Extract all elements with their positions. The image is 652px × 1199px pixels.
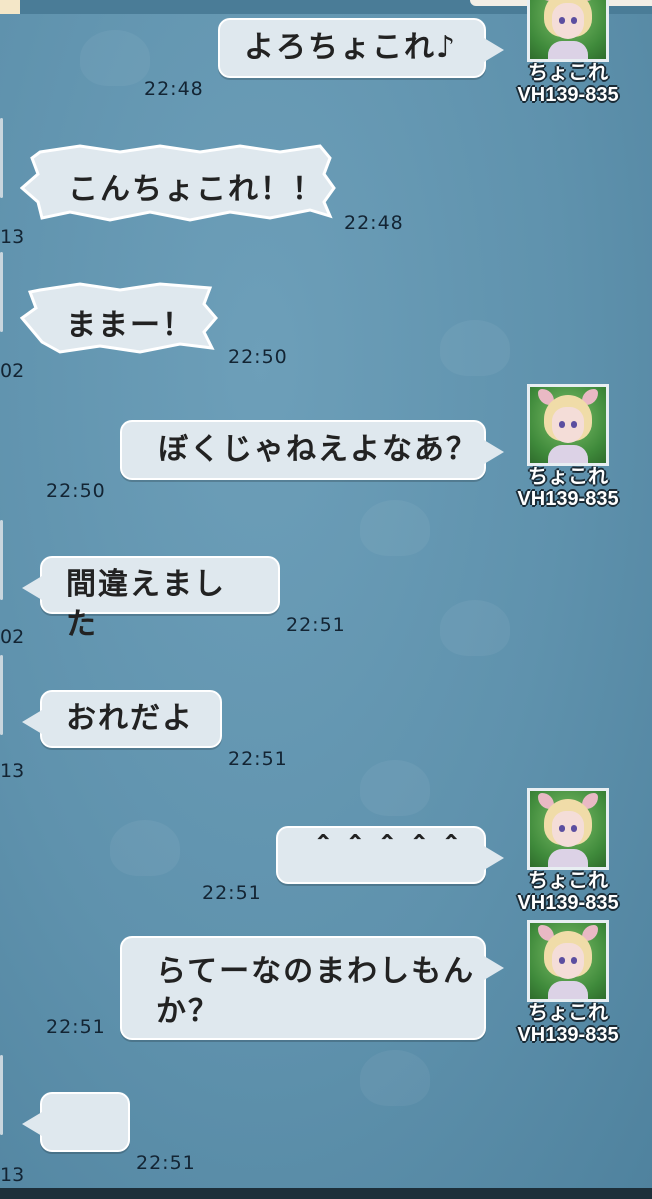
sender-id: VH139-835: [517, 892, 619, 914]
background-slime-icon: [360, 500, 430, 556]
sender-name: ちょこれ: [528, 466, 608, 488]
message-time: 22:51: [286, 614, 346, 636]
message-text-line-2: か？: [156, 994, 220, 1029]
avatar-edge: [0, 1055, 3, 1135]
message-time: 22:50: [228, 346, 288, 368]
avatar[interactable]: [527, 0, 609, 62]
message-text: ＾＾＾＾＾: [308, 836, 468, 871]
message-text: こんちょこれ！！: [68, 172, 324, 207]
chat-bubble-outgoing: よろちょこれ♪: [218, 18, 504, 78]
avatar-edge: [0, 655, 3, 735]
sender-avatar-block[interactable]: ちょこれ VH139-835: [505, 0, 631, 106]
background-slime-icon: [80, 30, 150, 86]
chat-bubble-outgoing: らてーなのまわしもん か？: [120, 936, 504, 1040]
background-slime-icon: [360, 1050, 430, 1106]
sender-name: ちょこれ: [528, 62, 608, 84]
message-text-line-1: らてーなのまわしもん: [156, 954, 476, 989]
sender-id: VH139-835: [517, 488, 619, 510]
message-text: おれだよ: [66, 701, 194, 736]
message-text: ままー！: [66, 308, 194, 343]
message-time: 22:48: [144, 78, 204, 100]
sender-id-fragment: 13: [0, 226, 25, 248]
chat-bubble-outgoing: ぼくじゃねえよなあ？: [120, 420, 504, 480]
avatar-edge: [0, 118, 3, 198]
chat-bubble-incoming-shout: こんちょこれ！！: [20, 144, 336, 222]
avatar-edge: [0, 252, 3, 332]
message-time: 22:51: [46, 1016, 106, 1038]
avatar-edge: [0, 520, 3, 600]
message-text: よろちょこれ♪: [244, 30, 458, 65]
background-slime-icon: [110, 820, 180, 876]
sender-id: VH139-835: [517, 1024, 619, 1046]
sender-id-fragment: 13: [0, 760, 25, 782]
sender-id-fragment: 13: [0, 1164, 25, 1186]
message-time: 22:51: [202, 882, 262, 904]
sender-name: ちょこれ: [528, 1002, 608, 1024]
avatar[interactable]: [527, 788, 609, 870]
chat-bubble-incoming-shout: ままー！: [20, 282, 220, 356]
sender-id: VH139-835: [517, 84, 619, 106]
background-slime-icon: [440, 320, 510, 376]
sender-avatar-block[interactable]: ちょこれ VH139-835: [505, 384, 631, 510]
message-text: 間違えました: [66, 567, 226, 642]
bottom-bar: [0, 1188, 652, 1199]
sender-id-fragment: 02: [0, 360, 25, 382]
message-text: ぼくじゃねえよなあ？: [158, 432, 478, 467]
chat-bubble-incoming: 間違えました: [22, 556, 280, 642]
message-time: 22:51: [136, 1152, 196, 1174]
chat-bubble-incoming: おれだよ: [22, 690, 222, 748]
background-slime-icon: [360, 760, 430, 816]
chat-bubble-outgoing: ＾＾＾＾＾: [276, 826, 504, 884]
top-left-tab: [0, 0, 20, 14]
chat-bubble-incoming: [22, 1092, 130, 1152]
sender-avatar-block[interactable]: ちょこれ VH139-835: [505, 920, 631, 1046]
background-slime-icon: [440, 600, 510, 656]
sender-name: ちょこれ: [528, 870, 608, 892]
message-time: 22:51: [228, 748, 288, 770]
message-time: 22:48: [344, 212, 404, 234]
avatar[interactable]: [527, 920, 609, 1002]
sender-avatar-block[interactable]: ちょこれ VH139-835: [505, 788, 631, 914]
avatar[interactable]: [527, 384, 609, 466]
message-time: 22:50: [46, 480, 106, 502]
sender-id-fragment: 02: [0, 626, 25, 648]
